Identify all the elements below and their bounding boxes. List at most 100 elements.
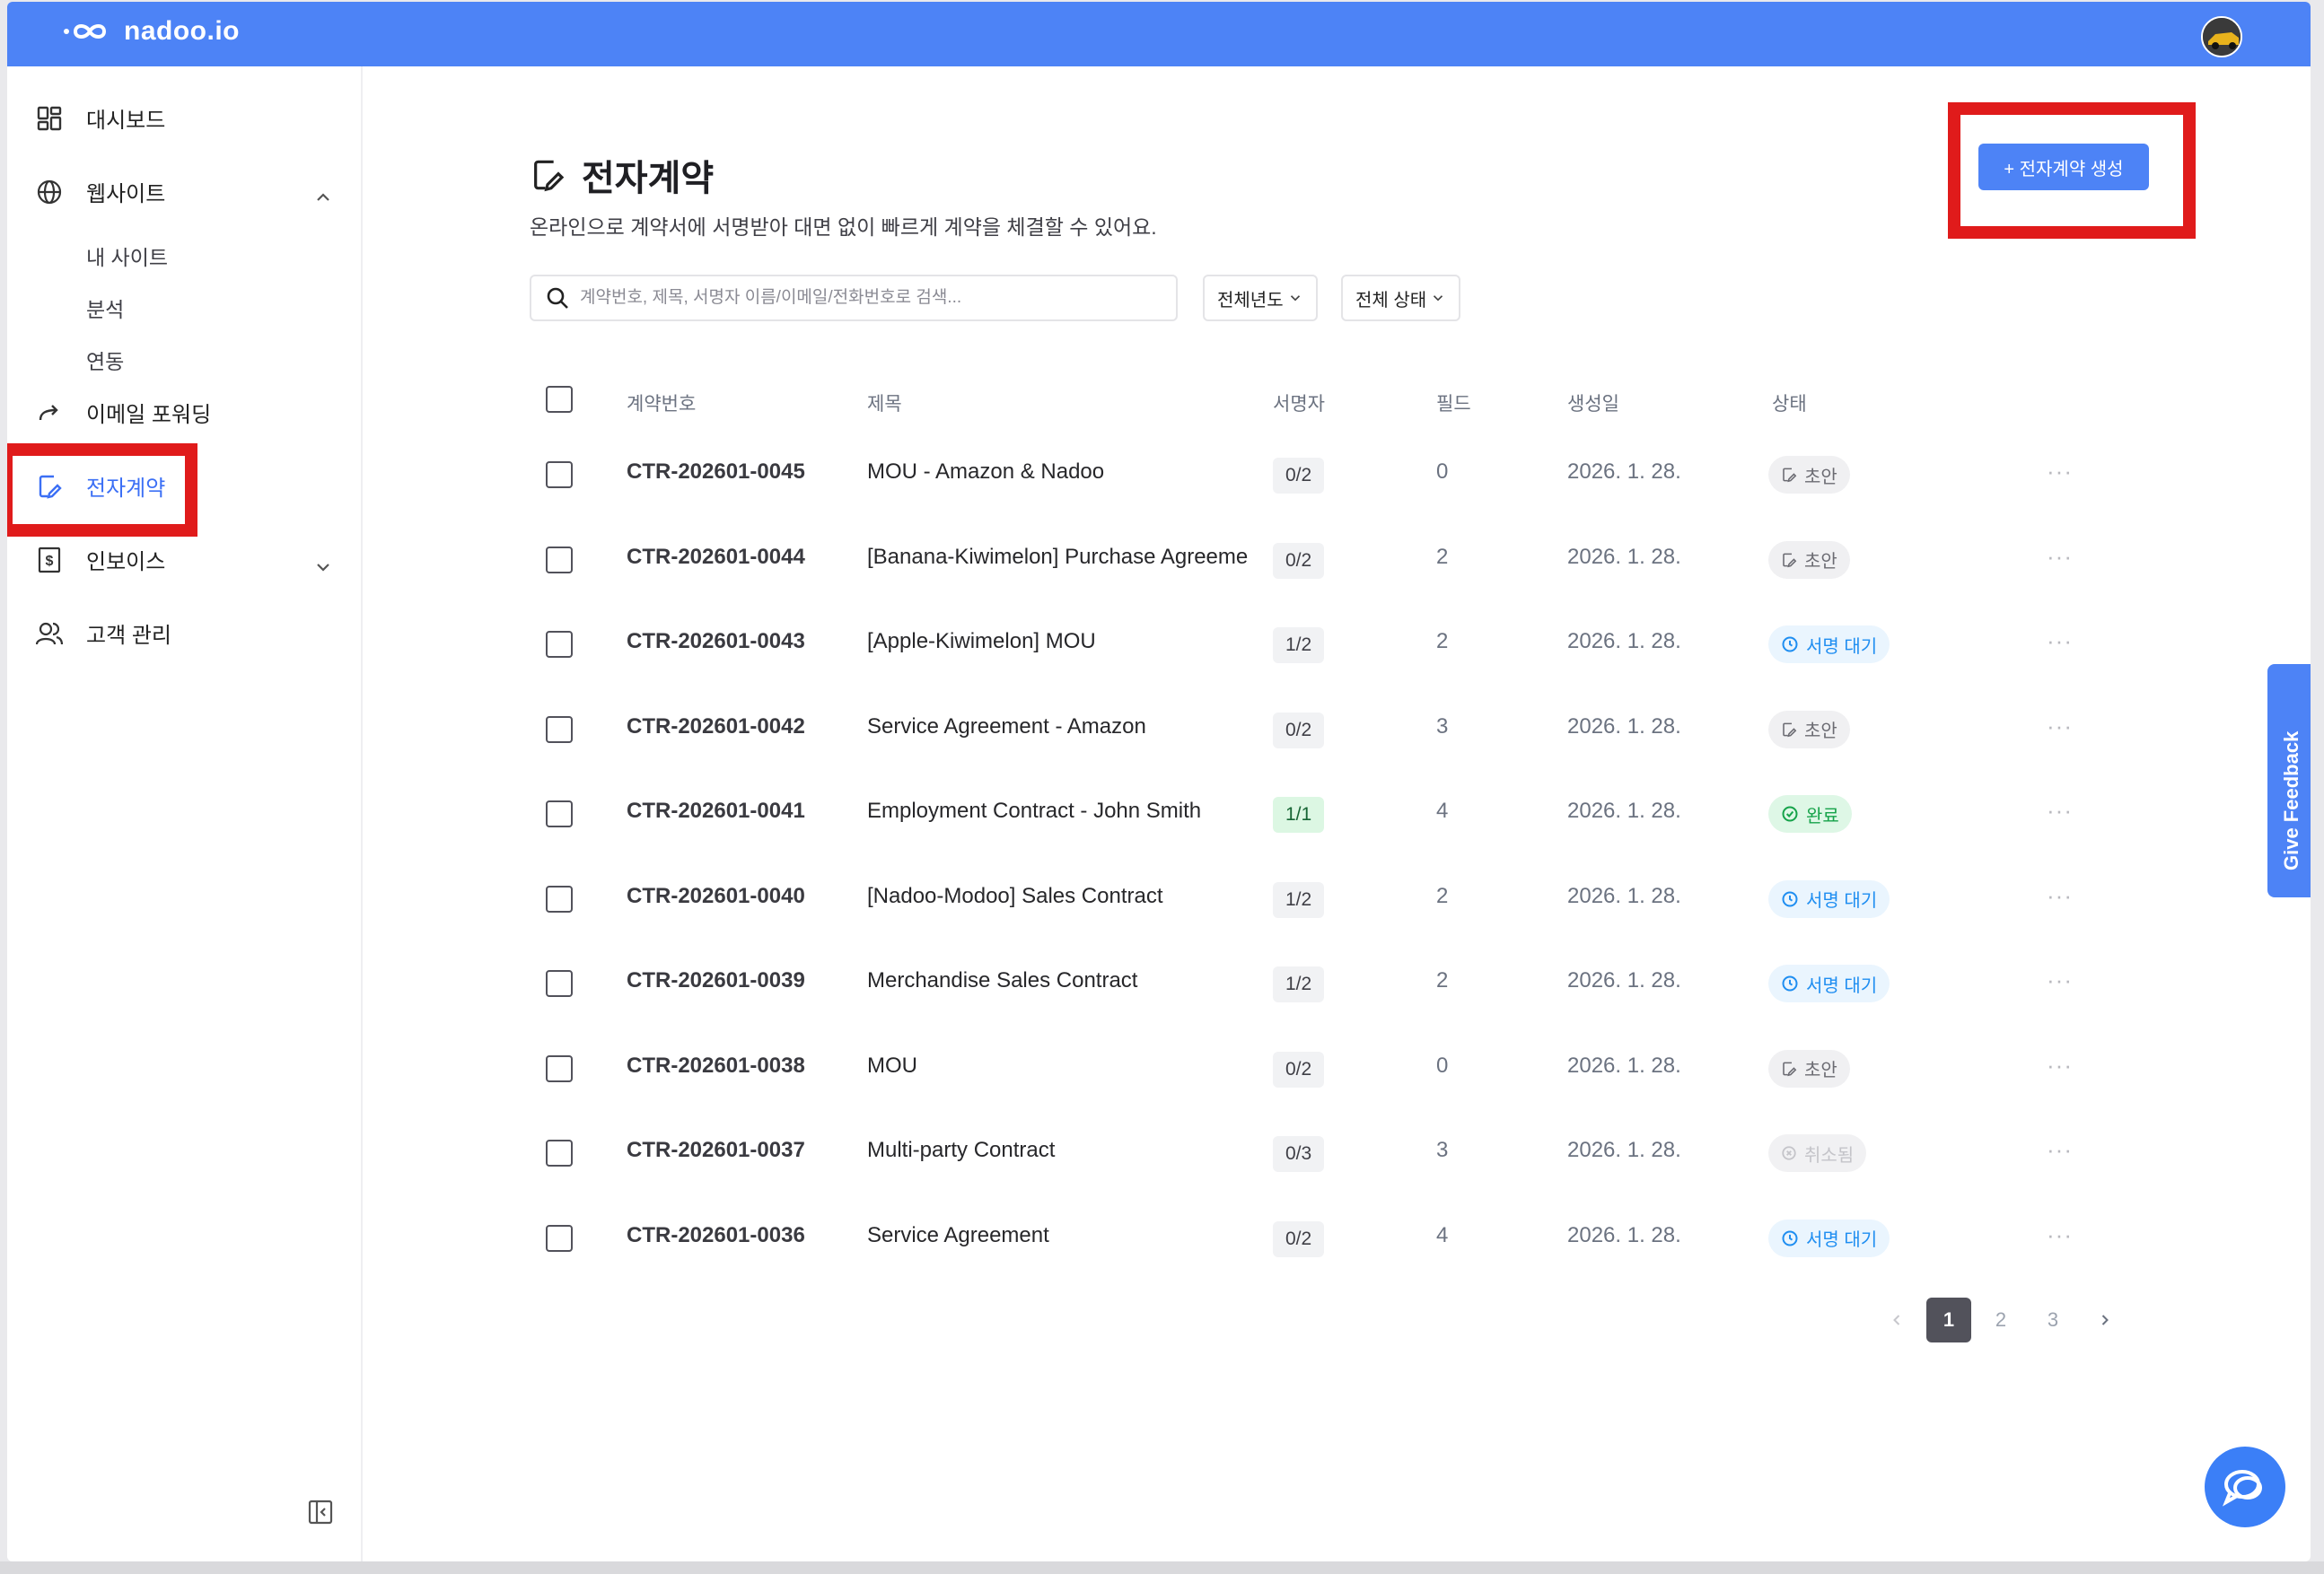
fields-count: 2 <box>1436 629 1449 653</box>
sidebar-sub-integrations[interactable]: 연동 <box>86 345 124 375</box>
more-options-icon[interactable]: ··· <box>2047 1221 2073 1249</box>
search-input[interactable] <box>580 288 1154 308</box>
contract-title[interactable]: [Apple-Kiwimelon] MOU <box>867 629 1248 654</box>
contract-id[interactable]: CTR-202601-0038 <box>627 1054 805 1079</box>
draft-edit-icon <box>1781 552 1797 568</box>
table-row[interactable]: CTR-202601-0038 MOU 0/2 0 2026. 1. 28. 초안 ··· <box>530 1027 2208 1111</box>
next-page-button[interactable] <box>2083 1298 2127 1342</box>
sidebar-item-website[interactable]: 웹사이트 <box>34 176 165 207</box>
search-box[interactable] <box>530 275 1178 321</box>
brand-logo[interactable]: nadoo.io <box>63 16 240 47</box>
table-row[interactable]: CTR-202601-0041 Employment Contract - Joh… <box>530 772 2208 856</box>
year-filter-dropdown[interactable]: 전체년도 <box>1203 275 1318 321</box>
table-row[interactable]: CTR-202601-0039 Merchandise Sales Contrac… <box>530 941 2208 1026</box>
sidebar-item-customers[interactable]: 고객 관리 <box>34 617 171 649</box>
contract-title[interactable]: Service Agreement <box>867 1223 1248 1248</box>
row-checkbox[interactable] <box>546 970 573 997</box>
row-checkbox[interactable] <box>546 800 573 827</box>
draft-edit-icon <box>1781 467 1797 483</box>
sidebar-sub-my-sites[interactable]: 내 사이트 <box>86 240 168 271</box>
header-title[interactable]: 제목 <box>867 389 902 416</box>
more-options-icon[interactable]: ··· <box>2047 458 2073 485</box>
fields-count: 0 <box>1436 1053 1449 1078</box>
prev-page-button[interactable] <box>1874 1298 1919 1342</box>
select-all-checkbox[interactable] <box>546 386 573 413</box>
contract-id[interactable]: CTR-202601-0036 <box>627 1223 805 1248</box>
row-checkbox[interactable] <box>546 1054 573 1082</box>
search-icon <box>547 287 568 309</box>
header-status[interactable]: 상태 <box>1772 389 1807 416</box>
contract-id[interactable]: CTR-202601-0037 <box>627 1138 805 1163</box>
header-fields[interactable]: 필드 <box>1436 389 1471 416</box>
created-date: 2026. 1. 28. <box>1567 629 1681 653</box>
sidebar-item-invoice[interactable]: $ 인보이스 <box>34 544 165 575</box>
row-checkbox[interactable] <box>546 885 573 913</box>
header-id[interactable]: 계약번호 <box>627 389 696 416</box>
main-content: 전자계약 온라인으로 계약서에 서명받아 대면 없이 빠르게 계약을 체결할 수… <box>363 66 2311 1561</box>
more-options-icon[interactable]: ··· <box>2047 1136 2073 1164</box>
sidebar-item-e-contract[interactable]: 전자계약 <box>34 470 165 502</box>
contract-title[interactable]: Merchandise Sales Contract <box>867 968 1248 993</box>
contract-id[interactable]: CTR-202601-0039 <box>627 968 805 993</box>
fields-count: 0 <box>1436 459 1449 484</box>
more-options-icon[interactable]: ··· <box>2047 1052 2073 1080</box>
fields-count: 2 <box>1436 544 1449 569</box>
chevron-up-icon[interactable] <box>312 187 334 208</box>
sidebar-collapse-icon[interactable] <box>307 1499 334 1526</box>
user-avatar[interactable] <box>2201 16 2242 57</box>
header-signers[interactable]: 서명자 <box>1273 389 1325 416</box>
status-filter-dropdown[interactable]: 전체 상태 <box>1341 275 1461 321</box>
more-options-icon[interactable]: ··· <box>2047 966 2073 994</box>
signers-count: 0/3 <box>1273 1136 1325 1172</box>
sidebar-sub-analytics[interactable]: 분석 <box>86 293 124 323</box>
table-row[interactable]: CTR-202601-0043 [Apple-Kiwimelon] MOU 1/2 2… <box>530 602 2208 686</box>
status-badge: 취소됨 <box>1768 1134 1867 1172</box>
contract-title[interactable]: [Banana-Kiwimelon] Purchase Agreement <box>867 545 1248 570</box>
contract-title[interactable]: MOU <box>867 1054 1248 1079</box>
create-contract-button[interactable]: + 전자계약 생성 <box>1978 144 2149 190</box>
table-row[interactable]: CTR-202601-0045 MOU - Amazon & Nadoo 0/2 0 2… <box>530 433 2208 517</box>
contract-id[interactable]: CTR-202601-0041 <box>627 799 805 824</box>
contract-id[interactable]: CTR-202601-0045 <box>627 459 805 485</box>
table-row[interactable]: CTR-202601-0037 Multi-party Contract 0/3 3 2… <box>530 1111 2208 1195</box>
sidebar-item-email-forwarding[interactable]: 이메일 포워딩 <box>34 397 211 428</box>
sidebar-item-dashboard[interactable]: 대시보드 <box>34 102 165 134</box>
contract-id[interactable]: CTR-202601-0043 <box>627 629 805 654</box>
page-button-3[interactable]: 3 <box>2030 1298 2075 1342</box>
chevron-down-icon <box>1434 295 1443 302</box>
table-row[interactable]: CTR-202601-0042 Service Agreement - Amazo… <box>530 687 2208 772</box>
contract-title[interactable]: Service Agreement - Amazon <box>867 714 1248 739</box>
page-button-1[interactable]: 1 <box>1926 1298 1971 1342</box>
globe-icon <box>34 177 65 207</box>
status-label: 취소됨 <box>1804 1145 1855 1166</box>
table-row[interactable]: CTR-202601-0040 [Nadoo-Modoo] Sales Contr… <box>530 857 2208 941</box>
chevron-down-icon[interactable] <box>312 556 334 578</box>
row-checkbox[interactable] <box>546 546 573 573</box>
more-options-icon[interactable]: ··· <box>2047 797 2073 825</box>
contract-id[interactable]: CTR-202601-0042 <box>627 714 805 739</box>
more-options-icon[interactable]: ··· <box>2047 882 2073 910</box>
row-checkbox[interactable] <box>546 715 573 743</box>
chat-launcher-button[interactable] <box>2205 1447 2285 1527</box>
contract-title[interactable]: MOU - Amazon & Nadoo <box>867 459 1248 485</box>
contract-title[interactable]: Multi-party Contract <box>867 1138 1248 1163</box>
contract-id[interactable]: CTR-202601-0040 <box>627 884 805 909</box>
give-feedback-tab[interactable]: Give Feedback <box>2267 664 2311 897</box>
contract-id[interactable]: CTR-202601-0044 <box>627 545 805 570</box>
row-checkbox[interactable] <box>546 1224 573 1252</box>
status-badge: 초안 <box>1768 1049 1850 1088</box>
contract-title[interactable]: [Nadoo-Modoo] Sales Contract <box>867 884 1248 909</box>
table-row[interactable]: CTR-202601-0036 Service Agreement 0/2 4 2026… <box>530 1196 2208 1281</box>
more-options-icon[interactable]: ··· <box>2047 627 2073 655</box>
table-row[interactable]: CTR-202601-0044 [Banana-Kiwimelon] Purcha… <box>530 518 2208 602</box>
more-options-icon[interactable]: ··· <box>2047 543 2073 571</box>
row-checkbox[interactable] <box>546 1140 573 1167</box>
page-button-2[interactable]: 2 <box>1978 1298 2023 1342</box>
header-created[interactable]: 생성일 <box>1567 389 1619 416</box>
x-circle-icon <box>1781 1145 1797 1161</box>
more-options-icon[interactable]: ··· <box>2047 713 2073 740</box>
row-checkbox[interactable] <box>546 461 573 488</box>
row-checkbox[interactable] <box>546 631 573 658</box>
contract-title[interactable]: Employment Contract - John Smith <box>867 799 1248 824</box>
created-date: 2026. 1. 28. <box>1567 968 1681 992</box>
